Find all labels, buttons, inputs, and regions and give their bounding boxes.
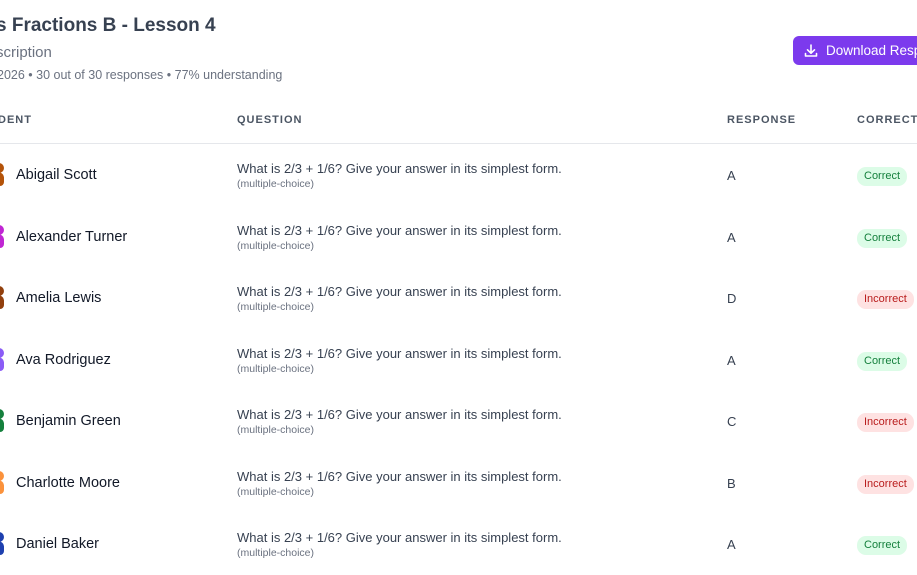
column-header-response[interactable]: RESPONSE [727,114,796,126]
avatar-head [0,163,4,173]
avatar-body [0,479,4,494]
avatar-head [0,409,4,419]
student-response: A [727,352,736,368]
question-text: What is 2/3 + 1/6? Give your answer in i… [237,284,562,299]
question-type: (multiple-choice) [237,485,315,498]
question-type: (multiple-choice) [237,301,315,313]
correctness-badge: Incorrect [857,474,914,494]
correctness-badge: Correct [857,351,908,371]
table-row[interactable]: Charlotte Moore What is 2/3 + 1/6? Give … [0,452,917,514]
question-text: What is 2/3 + 1/6? Give your answer in i… [237,468,562,484]
avatar [0,163,6,187]
page-subtitle: scription [0,44,52,61]
student-response: C [727,414,737,429]
avatar [0,286,6,310]
avatar-head [0,470,4,481]
response-summary: 2026 • 30 out of 30 responses • 77% unde… [0,68,283,82]
question-type: (multiple-choice) [237,362,315,375]
correctness-badge: Incorrect [857,413,914,432]
download-responses-button[interactable]: Download Resp [793,36,917,65]
table-row[interactable]: Ava Rodriguez What is 2/3 + 1/6? Give yo… [0,329,917,391]
question-type: (multiple-choice) [237,239,315,252]
student-name: Amelia Lewis [16,290,102,306]
column-header-correct[interactable]: CORRECT [857,114,917,126]
avatar [0,470,6,495]
question-text: What is 2/3 + 1/6? Give your answer in i… [237,222,562,238]
table-row[interactable]: Abigail Scott What is 2/3 + 1/6? Give yo… [0,144,917,206]
student-name: Charlotte Moore [16,474,120,491]
column-header-student[interactable]: DENT [0,114,32,126]
question-text: What is 2/3 + 1/6? Give your answer in i… [237,407,562,422]
page-title: s Fractions B - Lesson 4 [0,15,216,36]
question-type: (multiple-choice) [237,178,315,190]
table-row[interactable]: Amelia Lewis What is 2/3 + 1/6? Give you… [0,267,917,329]
avatar-body [0,295,4,309]
column-header-question[interactable]: QUESTION [237,114,302,126]
student-name: Alexander Turner [16,228,128,245]
correctness-badge: Correct [857,228,908,248]
correctness-badge: Correct [857,536,908,555]
avatar-head [0,532,4,542]
student-name: Benjamin Green [16,413,121,429]
student-name: Abigail Scott [16,167,97,183]
avatar-body [0,356,4,371]
student-response: A [727,229,736,245]
avatar [0,409,6,433]
student-response: B [727,475,736,491]
table-row[interactable]: Alexander Turner What is 2/3 + 1/6? Give… [0,206,917,268]
avatar-body [0,233,4,248]
avatar-body [0,172,4,186]
question-text: What is 2/3 + 1/6? Give your answer in i… [237,345,562,361]
avatar [0,347,6,372]
download-button-label: Download Resp [826,43,917,58]
avatar-head [0,347,4,358]
student-response: A [727,537,736,552]
question-text: What is 2/3 + 1/6? Give your answer in i… [237,530,562,545]
question-type: (multiple-choice) [237,424,315,436]
correctness-badge: Correct [857,167,908,186]
student-name: Daniel Baker [16,536,100,552]
table-row[interactable]: Benjamin Green What is 2/3 + 1/6? Give y… [0,390,917,452]
download-icon [803,43,819,59]
question-text: What is 2/3 + 1/6? Give your answer in i… [237,161,562,176]
student-response: A [727,168,736,183]
avatar-body [0,418,4,432]
student-response: D [727,291,737,306]
student-name: Ava Rodriguez [16,351,111,368]
avatar [0,532,6,556]
question-type: (multiple-choice) [237,547,315,559]
avatar-body [0,541,4,555]
avatar [0,224,6,249]
avatar-head [0,286,4,296]
correctness-badge: Incorrect [857,290,914,309]
table-row[interactable]: Daniel Baker What is 2/3 + 1/6? Give you… [0,513,917,575]
avatar-head [0,224,4,235]
